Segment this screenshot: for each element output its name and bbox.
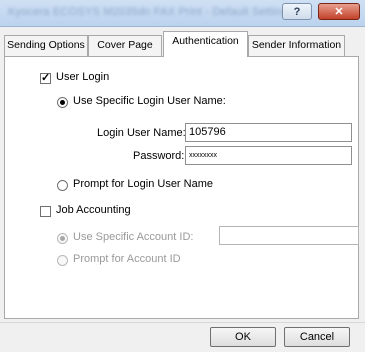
specific-user-label: Use Specific Login User Name: <box>73 95 226 107</box>
help-button[interactable]: ? <box>282 3 312 20</box>
prompt-login-label: Prompt for Login User Name <box>73 178 213 190</box>
radio-selected-icon <box>60 100 65 105</box>
specific-user-radio[interactable] <box>57 97 68 108</box>
job-accounting-checkbox[interactable] <box>40 206 51 217</box>
cancel-button[interactable]: Cancel <box>284 327 350 347</box>
window-title: Kyocera ECOSYS M2035dn FAX Print - Defau… <box>8 6 294 18</box>
account-id-input[interactable] <box>219 226 359 245</box>
password-label: Password: <box>133 150 185 162</box>
prompt-login-radio[interactable] <box>57 180 68 191</box>
specific-account-label: Use Specific Account ID: <box>73 231 194 243</box>
password-input[interactable]: xxxxxxxx <box>185 146 352 165</box>
close-icon: ✕ <box>334 6 344 18</box>
job-accounting-label: Job Accounting <box>56 204 131 216</box>
radio-selected-icon <box>60 236 65 241</box>
login-user-name-input[interactable]: 105796 <box>185 123 352 142</box>
prompt-account-radio[interactable] <box>57 255 68 266</box>
tab-cover-page[interactable]: Cover Page <box>88 35 162 56</box>
login-user-name-label: Login User Name: <box>97 127 186 139</box>
close-button[interactable]: ✕ <box>318 3 360 20</box>
help-icon: ? <box>293 5 301 18</box>
ok-button[interactable]: OK <box>210 327 276 347</box>
check-icon: ✓ <box>41 72 51 84</box>
specific-account-radio[interactable] <box>57 233 68 244</box>
user-login-checkbox[interactable]: ✓ <box>40 73 51 84</box>
footer-divider <box>0 322 365 323</box>
tab-sending-options[interactable]: Sending Options <box>4 35 88 56</box>
user-login-label: User Login <box>56 71 110 83</box>
tab-authentication[interactable]: Authentication <box>163 31 248 57</box>
title-bar: Kyocera ECOSYS M2035dn FAX Print - Defau… <box>0 0 365 27</box>
tab-sender-information[interactable]: Sender Information <box>248 35 345 56</box>
prompt-account-label: Prompt for Account ID <box>73 253 181 265</box>
authentication-panel: ✓ User Login Use Specific Login User Nam… <box>4 56 359 319</box>
